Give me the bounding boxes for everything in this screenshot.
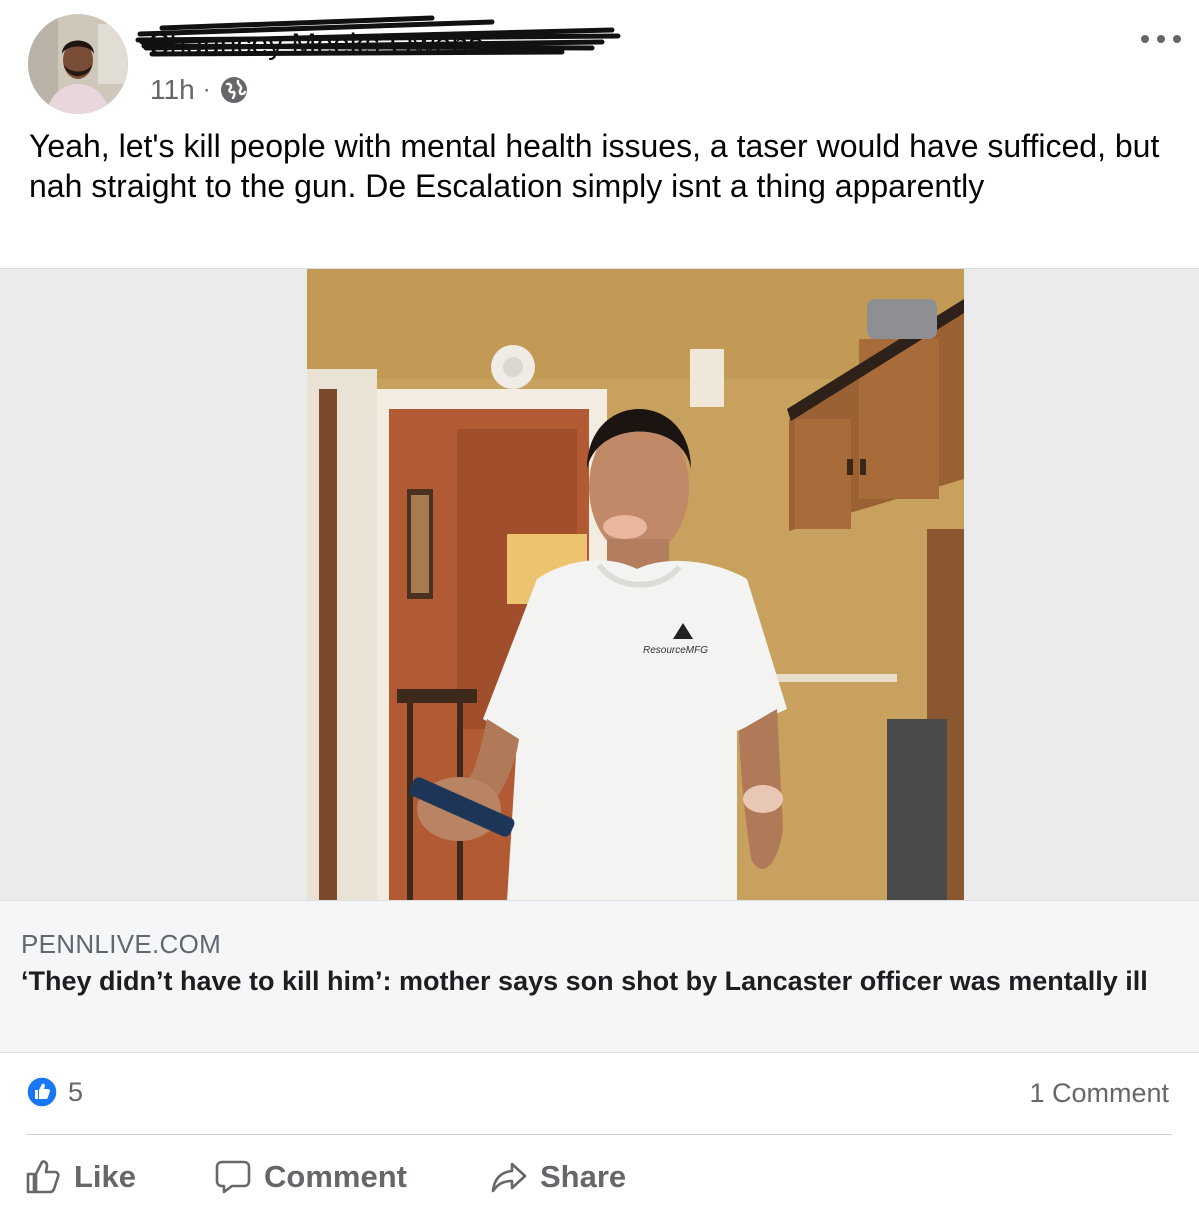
shirt-logo-text: ResourceMFG [643, 645, 708, 656]
more-options-button[interactable] [1141, 24, 1181, 54]
facebook-post: Chauncey Meeks-Owens 11h · Yeah, let's k… [0, 0, 1199, 1210]
like-reaction-icon [26, 1076, 58, 1108]
link-domain: PENNLIVE.COM [21, 929, 222, 959]
timestamp[interactable]: 11h [150, 74, 195, 106]
divider [26, 1134, 1172, 1135]
link-media[interactable]: ResourceMFG [0, 268, 1199, 901]
name-redaction-scribble [135, 15, 621, 57]
article-photo[interactable]: ResourceMFG [307, 269, 964, 901]
reaction-count: 5 [68, 1076, 84, 1107]
like-button[interactable]: Like [24, 1152, 136, 1202]
avatar[interactable] [28, 14, 128, 114]
comment-count-link[interactable]: 1 Comment [1029, 1078, 1169, 1109]
link-title[interactable]: ‘They didn’t have to kill him’: mother s… [21, 965, 1171, 997]
comment-bubble-icon [215, 1160, 251, 1194]
post-text: Yeah, let's kill people with mental heal… [29, 128, 1160, 204]
globe-icon[interactable] [219, 75, 249, 105]
meta-separator: · [202, 76, 211, 103]
post-meta: 11h · [150, 74, 249, 106]
reactions-summary[interactable]: 5 [26, 1076, 83, 1108]
comment-label: Comment [264, 1159, 407, 1194]
share-label: Share [540, 1159, 627, 1194]
more-horizontal-icon [1141, 35, 1149, 43]
share-button[interactable]: Share [490, 1152, 626, 1202]
share-arrow-icon [491, 1162, 527, 1193]
like-label: Like [74, 1159, 137, 1194]
thumbs-up-icon [26, 1160, 60, 1194]
comment-button[interactable]: Comment [214, 1152, 407, 1202]
link-preview[interactable]: PENNLIVE.COM ‘They didn’t have to kill h… [0, 900, 1199, 1053]
